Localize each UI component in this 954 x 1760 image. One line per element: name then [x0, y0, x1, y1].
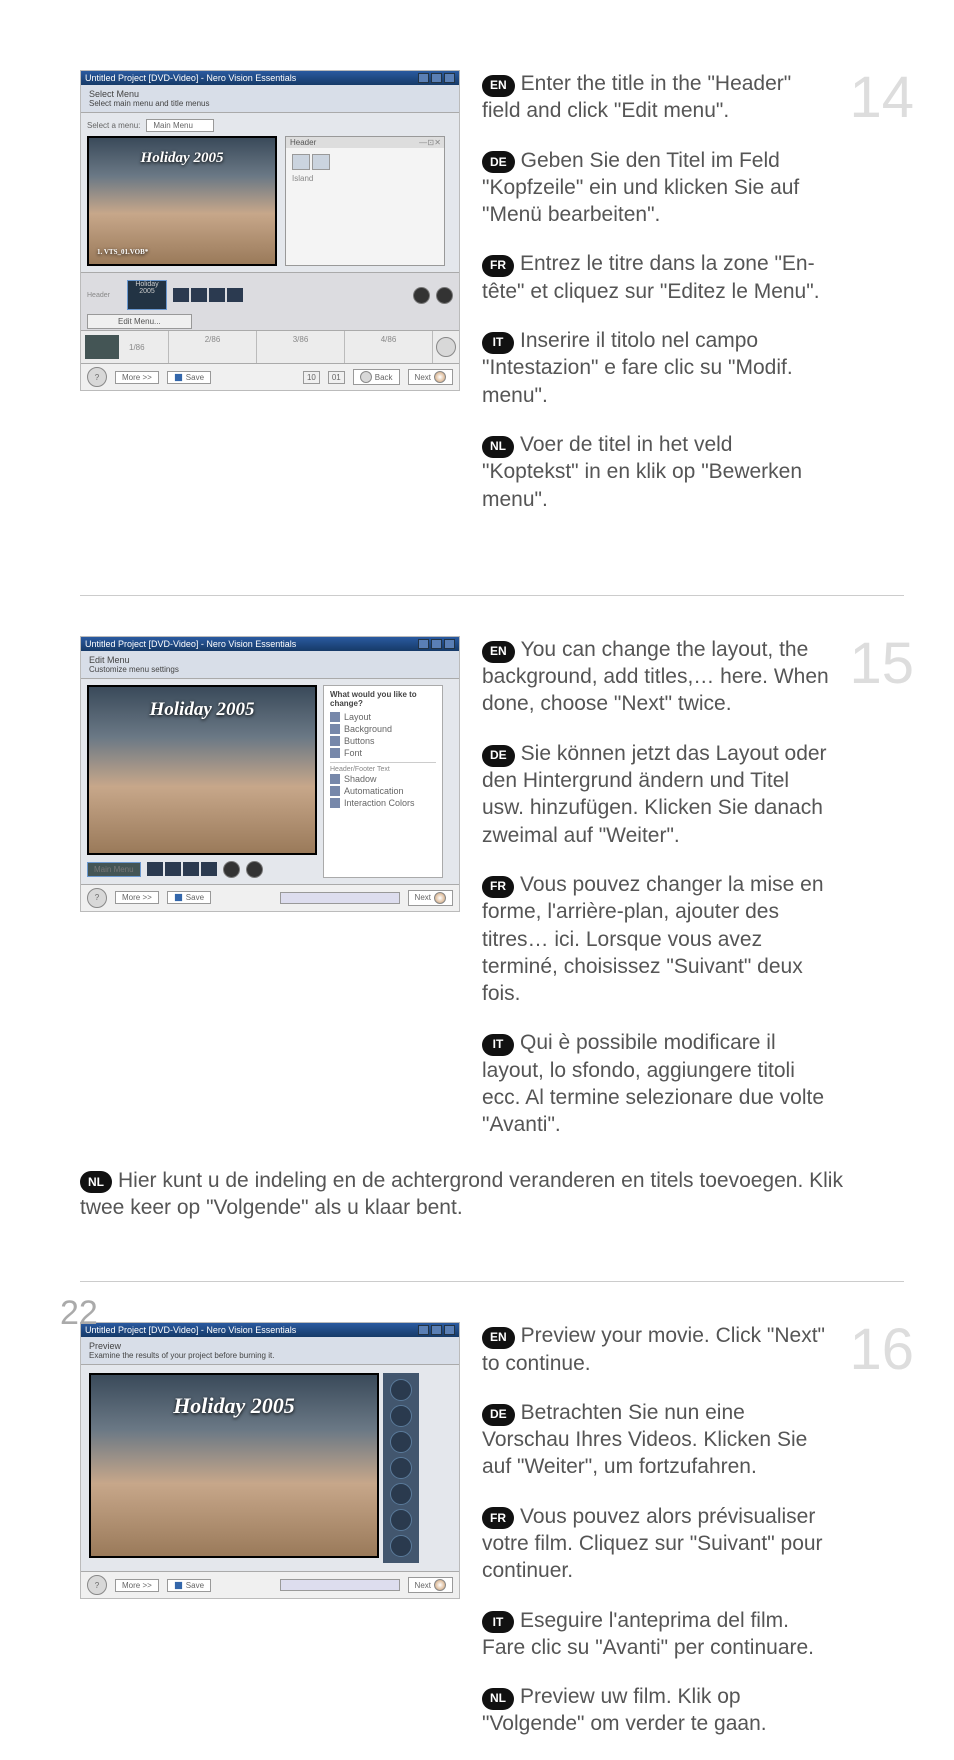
list-item[interactable]: Interaction Colors: [330, 797, 436, 809]
step-number: 15: [849, 630, 914, 697]
help-icon[interactable]: ?: [87, 888, 107, 908]
step-number: 14: [849, 64, 914, 131]
remote-button[interactable]: [390, 1535, 412, 1557]
clip-active[interactable]: Holiday 2005: [127, 280, 167, 310]
window-titlebar: Untitled Project [DVD-Video] - Nero Visi…: [81, 71, 459, 85]
lang-badge-de: DE: [482, 151, 515, 173]
instructions-16: ENPreview your movie. Click "Next" to co…: [482, 1322, 904, 1760]
window-title: Untitled Project [DVD-Video] - Nero Visi…: [85, 73, 296, 83]
next-button[interactable]: Next: [408, 1577, 453, 1593]
step-15: 15 Untitled Project [DVD-Video] - Nero V…: [80, 636, 904, 1221]
list-item[interactable]: Font: [330, 747, 436, 759]
more-button[interactable]: More >>: [115, 371, 159, 384]
page-number: 22: [60, 1294, 98, 1333]
screenshot-14: Untitled Project [DVD-Video] - Nero Visi…: [80, 70, 460, 391]
scroll-icon[interactable]: [436, 337, 456, 357]
lang-badge-fr: FR: [482, 255, 514, 277]
list-item[interactable]: Automatication: [330, 785, 436, 797]
window-buttons: [418, 73, 455, 83]
menu-dropdown[interactable]: Main Menu: [146, 119, 214, 132]
help-icon[interactable]: ?: [87, 367, 107, 387]
timeline: Header Holiday 2005 Edit Menu...: [81, 272, 459, 330]
list-item[interactable]: Layout: [330, 711, 436, 723]
options-panel: What would you like to change? Layout Ba…: [323, 685, 443, 878]
save-button[interactable]: Save: [167, 1579, 211, 1592]
separator: [80, 1281, 904, 1282]
nav-circle-icon[interactable]: [246, 861, 263, 878]
header-panel: Header— ⊡ ✕ Island: [285, 136, 445, 266]
edit-icons[interactable]: [173, 288, 243, 302]
list-item[interactable]: Buttons: [330, 735, 436, 747]
lang-badge-en: EN: [482, 75, 515, 97]
text-fr: Entrez le titre dans la zone "En-tête" e…: [482, 252, 820, 302]
lang-badge-nl: NL: [482, 436, 514, 458]
lang-badge-it: IT: [482, 332, 514, 354]
instructions-14: ENEnter the title in the "Header" field …: [482, 70, 904, 535]
screenshot-16: Untitled Project [DVD-Video] - Nero Visi…: [80, 1322, 460, 1599]
overflow-text: NLHier kunt u de indeling en de achtergr…: [80, 1167, 904, 1222]
bottom-toolbar: ? More >> Save 10 01 Back Next: [81, 363, 459, 390]
remote-button[interactable]: [390, 1431, 412, 1453]
step-16: 16 Untitled Project [DVD-Video] - Nero V…: [80, 1322, 904, 1760]
screenshot-15: Untitled Project [DVD-Video] - Nero Visi…: [80, 636, 460, 912]
help-icon[interactable]: ?: [87, 1575, 107, 1595]
save-button[interactable]: Save: [167, 891, 211, 904]
remote-button[interactable]: [390, 1509, 412, 1531]
menu-preview: Holiday 2005 1. VTS_01.VOB*: [87, 136, 277, 266]
step-number: 16: [849, 1316, 914, 1383]
preview-video: Holiday 2005: [89, 1373, 379, 1558]
playback-controls: [383, 1373, 419, 1563]
edit-menu-button[interactable]: Edit Menu...: [87, 314, 192, 329]
panel-header: Select Menu Select main menu and title m…: [81, 85, 459, 113]
back-button[interactable]: Back: [353, 369, 400, 385]
remote-button[interactable]: [390, 1405, 412, 1427]
step-14: 14 Untitled Project [DVD-Video] - Nero V…: [80, 70, 904, 535]
list-item[interactable]: Background: [330, 723, 436, 735]
remote-button[interactable]: [390, 1483, 412, 1505]
nav-circle-icon[interactable]: [223, 861, 240, 878]
text-nl: Voer de titel in het veld "Koptekst" in …: [482, 433, 802, 511]
next-button[interactable]: Next: [408, 890, 453, 906]
next-button[interactable]: Next: [408, 369, 453, 385]
nav-circle-icon[interactable]: [436, 287, 453, 304]
remote-button[interactable]: [390, 1457, 412, 1479]
list-item[interactable]: Shadow: [330, 773, 436, 785]
nav-circle-icon[interactable]: [413, 287, 430, 304]
text-it: Inserire il titolo nel campo "Intestazio…: [482, 329, 793, 407]
menu-preview: Holiday 2005 Main Menu: [87, 685, 317, 878]
main-menu-tab[interactable]: Main Menu: [87, 862, 141, 877]
more-button[interactable]: More >>: [115, 891, 159, 904]
save-button[interactable]: Save: [167, 371, 211, 384]
more-button[interactable]: More >>: [115, 1579, 159, 1592]
panel-controls: — ⊡ ✕: [419, 138, 440, 147]
text-de: Geben Sie den Titel im Feld "Kopfzeile" …: [482, 149, 799, 227]
instructions-15: ENYou can change the layout, the backgro…: [482, 636, 904, 1161]
text-en: Enter the title in the "Header" field an…: [482, 72, 791, 122]
separator: [80, 595, 904, 596]
